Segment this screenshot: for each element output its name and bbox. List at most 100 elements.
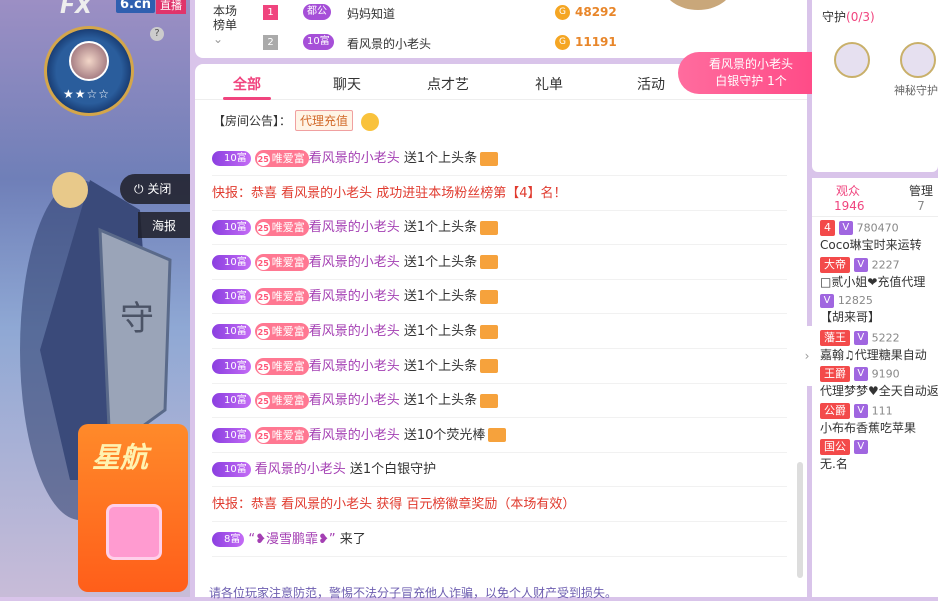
tab-talent[interactable]: 点才艺 xyxy=(427,74,469,94)
user-name-link[interactable]: 看风景的小老头 xyxy=(309,255,400,270)
rank-user-name: 妈妈知道 xyxy=(347,7,396,21)
flash-news-text: 快报：恭喜 看风景的小老头 成功进驻本场粉丝榜第【4】名！ xyxy=(212,185,567,201)
rank-value: 48292 xyxy=(575,5,617,19)
chat-message: 10富 25 唯爱富 看风景的小老头 送1个上头条 xyxy=(212,315,787,349)
message-text: 送1个上头条 xyxy=(403,393,478,409)
rank-row[interactable]: 2 10富 看风景的小老头 G 11191 xyxy=(263,32,803,54)
mystery-guard-avatar[interactable] xyxy=(900,42,936,78)
user-name-link[interactable]: 看风景的小老头 xyxy=(255,462,346,477)
tab-all[interactable]: 全部 xyxy=(233,74,261,94)
message-list: 10富 25 唯爱富 看风景的小老头 送1个上头条 快报：恭喜 看风景的小老头 成功进驻… xyxy=(195,142,795,582)
chat-message: 10富 25 唯爱富 看风景的小老头 送1个上头条 xyxy=(212,384,787,419)
fan-badge-label: 唯爱富 xyxy=(271,428,305,442)
fan-badge: 25 唯爱富 xyxy=(254,392,309,410)
coin-icon: G xyxy=(555,35,570,50)
fan-level: 25 xyxy=(256,395,270,409)
close-button[interactable]: ⏻ 关闭 xyxy=(120,174,190,204)
wealth-level-badge: 10富 xyxy=(212,254,251,270)
help-icon[interactable]: ? xyxy=(150,27,164,41)
fan-badge-label: 唯爱富 xyxy=(271,290,305,304)
gift-icon xyxy=(480,359,499,374)
user-number: 12825 xyxy=(837,294,873,307)
user-name-link[interactable]: “❥漫雪鹏霏❥” xyxy=(248,532,335,547)
vip-icon: V xyxy=(853,257,868,272)
tab-activity[interactable]: 活动 xyxy=(637,74,665,94)
user-name-link[interactable]: 看风景的小老头 xyxy=(309,289,400,304)
guard-count: (0/3) xyxy=(846,10,875,24)
gift-icon xyxy=(488,428,507,443)
fan-level: 25 xyxy=(256,429,270,443)
fan-level: 25 xyxy=(256,222,270,236)
user-name-link[interactable]: 看风景的小老头 xyxy=(309,324,400,339)
poster-button[interactable]: 海报 xyxy=(138,212,190,238)
tab-admins[interactable]: 管理 7 xyxy=(906,184,936,214)
chat-panel: 全部 聊天 点才艺 礼单 活动 【房间公告】： 代理充值 10富 25 唯爱富 看风景的… xyxy=(195,64,807,600)
rank-number: 1 xyxy=(263,5,278,20)
vip-icon: V xyxy=(853,403,868,418)
audience-user[interactable]: 大帝 V 2227 □贰小姐❤充值代理 xyxy=(820,256,938,295)
fan-badge: 25 唯爱富 xyxy=(254,150,309,167)
vip-icon: V xyxy=(820,293,834,308)
admin-count: 7 xyxy=(917,199,925,213)
audience-count: 1946 xyxy=(834,199,865,213)
tab-audience[interactable]: 观众 1946 xyxy=(834,184,865,214)
tab-gift-list[interactable]: 礼单 xyxy=(535,74,563,94)
fan-badge-label: 唯爱富 xyxy=(271,325,305,338)
audience-user[interactable]: 王爵 V 9190 代理梦梦♥全天自动返 xyxy=(820,366,938,404)
anchor-avatar-frame[interactable]: ★★☆☆ xyxy=(44,26,134,116)
audience-user[interactable]: 公爵 V 111 小布布香蕉吃苹果 xyxy=(820,402,938,441)
scrollbar[interactable] xyxy=(797,462,803,578)
active-tab-indicator xyxy=(223,97,271,100)
admin-tab-label: 管理 xyxy=(908,184,933,198)
anchor-panel: 守 FX 6.cn 直播 ? ★★☆☆ ⏻ 关闭 海报 星航 xyxy=(0,0,190,597)
tab-chat[interactable]: 聊天 xyxy=(333,74,361,94)
message-text: 送1个上头条 xyxy=(403,324,478,339)
promo-banner[interactable]: 星航 xyxy=(78,424,188,592)
svg-text:守: 守 xyxy=(120,299,154,339)
audience-user-name: 嘉翰♫代理糖果自动 xyxy=(820,347,927,362)
safety-warning: 请各位玩家注意防范，警惕不法分子冒充他人诈骗，以免个人财产受到损失。 xyxy=(209,586,618,600)
wealth-level-badge: 10富 xyxy=(212,151,251,166)
user-number: 780470 xyxy=(856,221,899,235)
avatar[interactable] xyxy=(69,41,109,81)
user-name-link[interactable]: 看风景的小老头 xyxy=(309,393,400,408)
notice-tag[interactable]: 代理充值 xyxy=(295,110,354,131)
message-text: 送1个上头条 xyxy=(403,254,478,270)
user-name-link[interactable]: 看风景的小老头 xyxy=(309,220,400,235)
guard-slot-avatar[interactable] xyxy=(834,42,870,78)
message-text: 送1个上头条 xyxy=(403,358,478,374)
audience-user[interactable]: 藩王 V 5222 嘉翰♫代理糖果自动 xyxy=(820,329,938,368)
chevron-down-icon[interactable]: ⌄ xyxy=(213,32,223,46)
audience-user[interactable]: 国公 V 无.名 xyxy=(820,439,938,477)
chat-message: 10富 25 唯爱富 看风景的小老头 送1个上头条 xyxy=(212,280,787,315)
chat-message: 10富 25 唯爱富 看风景的小老头 送1个上头条 xyxy=(212,350,787,384)
audience-user-name: 代理梦梦♥全天自动返 xyxy=(820,384,938,398)
audience-panel: 观众 1946 管理 7 4 V 780470 Coco琳宝时来运转 大帝 V 2227… xyxy=(812,178,938,597)
rank-row[interactable]: 1 都公 妈妈知道 G 48292 xyxy=(263,2,803,24)
notice-label: 【房间公告】： xyxy=(213,114,292,128)
chat-message: 8富 “❥漫雪鹏霏❥” 来了 xyxy=(212,523,787,557)
user-number: 9190 xyxy=(871,367,900,381)
divider xyxy=(812,216,938,217)
vip-icon: V xyxy=(853,330,868,345)
coin-icon: G xyxy=(555,5,570,20)
rank-badge: 国公 xyxy=(820,439,850,455)
user-name-link[interactable]: 看风景的小老头 xyxy=(309,428,400,443)
gift-icon xyxy=(480,151,499,166)
audience-user[interactable]: V 12825 【胡来哥】 xyxy=(820,293,938,331)
fan-level: 25 xyxy=(256,256,270,270)
chat-message: 10富 25 唯爱富 看风景的小老头 送1个上头条 xyxy=(212,211,787,246)
vip-icon: V xyxy=(853,367,868,381)
user-name-link[interactable]: 看风景的小老头 xyxy=(309,359,400,374)
fan-level: 25 xyxy=(256,291,270,305)
wealth-level-badge: 10富 xyxy=(212,427,251,443)
fan-badge: 25 唯爱富 xyxy=(254,323,309,340)
audience-user[interactable]: 4 V 780470 Coco琳宝时来运转 xyxy=(820,220,938,258)
room-notice: 【房间公告】： 代理充值 xyxy=(213,110,379,131)
wealth-level-badge: 10富 xyxy=(212,358,251,374)
wealth-level-badge: 10富 xyxy=(212,220,251,236)
user-name-link[interactable]: 看风景的小老头 xyxy=(309,151,400,166)
rank-board: 本场榜单 ⌄ 1 都公 妈妈知道 G 48292 2 10富 看风景的小老头 G… xyxy=(195,0,807,58)
flash-news-text: 快报：恭喜 看风景的小老头 获得 百元榜徽章奖励（本场有效） xyxy=(212,497,576,512)
mystery-guard-label: 神秘守护 xyxy=(894,84,938,97)
